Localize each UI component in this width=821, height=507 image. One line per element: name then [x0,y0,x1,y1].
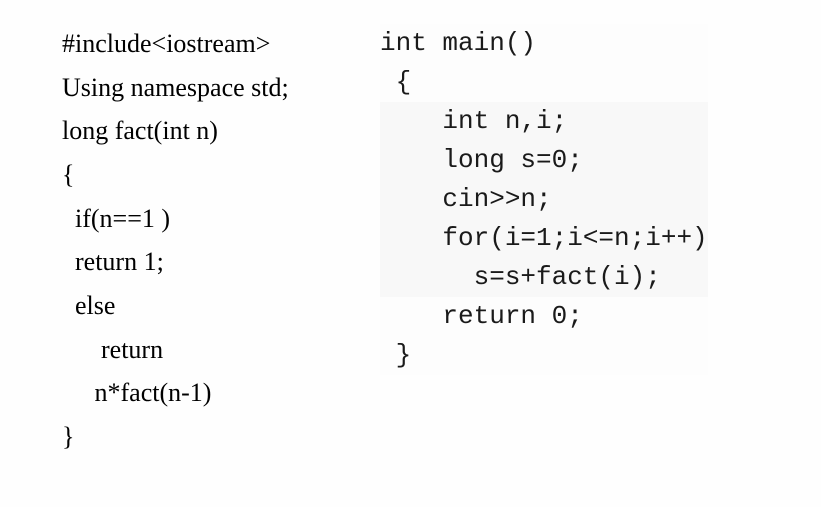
code-line: long fact(int n) [62,109,289,153]
code-line: if(n==1 ) [62,197,289,241]
code-line: cin>>n; [380,180,708,219]
code-line: { [380,63,708,102]
code-line: s=s+fact(i); [380,258,708,297]
code-line: } [62,415,289,459]
right-code-block: int main() { int n,i; long s=0; cin>>n; … [380,24,708,375]
left-code-block: #include<iostream> Using namespace std; … [62,22,289,459]
code-line: return [62,328,289,372]
code-line: #include<iostream> [62,22,289,66]
code-line: } [380,336,708,375]
code-line: return 0; [380,297,708,336]
code-line: return 1; [62,240,289,284]
code-line: int main() [380,24,708,63]
code-line: Using namespace std; [62,66,289,110]
code-line: long s=0; [380,141,708,180]
code-line: else [62,284,289,328]
code-line: n*fact(n-1) [62,371,289,415]
code-line: for(i=1;i<=n;i++) [380,219,708,258]
code-line: int n,i; [380,102,708,141]
code-line: { [62,153,289,197]
